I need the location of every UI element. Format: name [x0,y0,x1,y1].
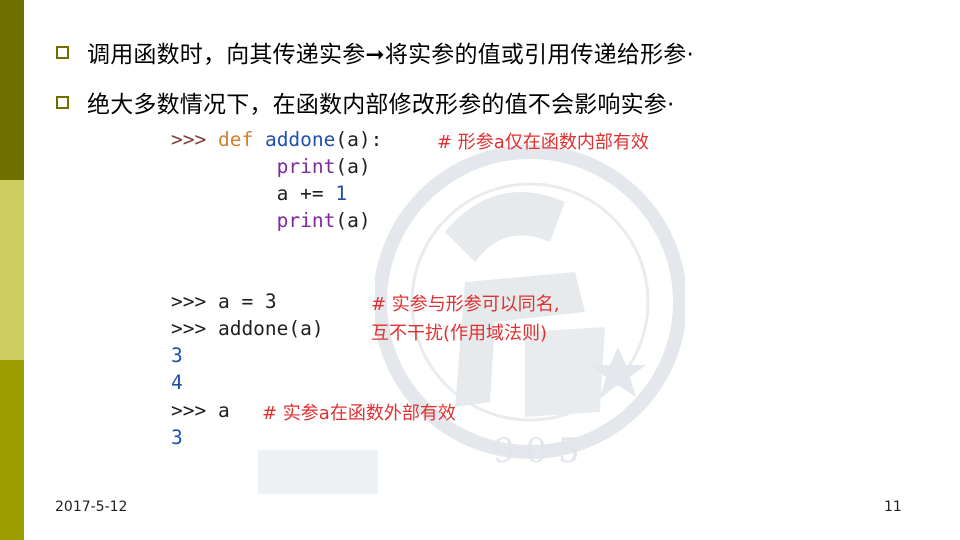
code-text: (a) [335,155,371,178]
bullet-text: 绝大多数情况下，在函数内部修改形参的值不会影响实参· [87,92,675,118]
code-function-name: addone [264,128,336,151]
code-builtin: print [276,155,336,178]
code-line: >>> addone(a) [171,317,324,340]
code-text: (a) [335,209,371,232]
code-text: (a): [335,128,383,151]
code-output: 4 [171,371,183,394]
code-text: a += [276,182,336,205]
code-output: 3 [171,426,183,449]
watermark-block [258,450,378,494]
code-number: 1 [335,182,348,205]
bullet-square-icon [56,45,69,59]
code-comment: # 实参与形参可以同名, [371,294,560,315]
sidebar-middle-block [0,180,24,360]
page-number: 11 [884,499,902,515]
code-comment: # 形参a仅在函数内部有效 [437,132,649,153]
bullet-text: 调用函数时，向其传递实参➞将实参的值或引用传递给形参· [87,42,694,68]
code-line: >>> a [171,399,230,422]
footer-date: 2017-5-12 [55,499,128,515]
bullet-item: 调用函数时，向其传递实参➞将实参的值或引用传递给形参· [56,36,694,68]
code-comment: 互不干扰(作用域法则) [371,323,548,344]
code-builtin: print [276,209,336,232]
code-comment: # 实参a在函数外部有效 [262,403,456,424]
code-output: 3 [171,344,183,367]
code-block-def: >>> def addone(a): print(a) a += 1 print… [171,126,382,234]
sidebar-bottom-block [0,360,24,540]
slide-sidebar [0,0,24,540]
sidebar-top-block [0,0,24,180]
code-line: >>> a = 3 [171,290,277,313]
code-prompt: >>> [171,128,218,151]
bullet-item: 绝大多数情况下，在函数内部修改形参的值不会影响实参· [56,86,675,118]
watermark-year: 9 0 5 [493,431,580,471]
code-keyword: def [217,128,254,151]
bullet-square-icon [56,95,69,109]
